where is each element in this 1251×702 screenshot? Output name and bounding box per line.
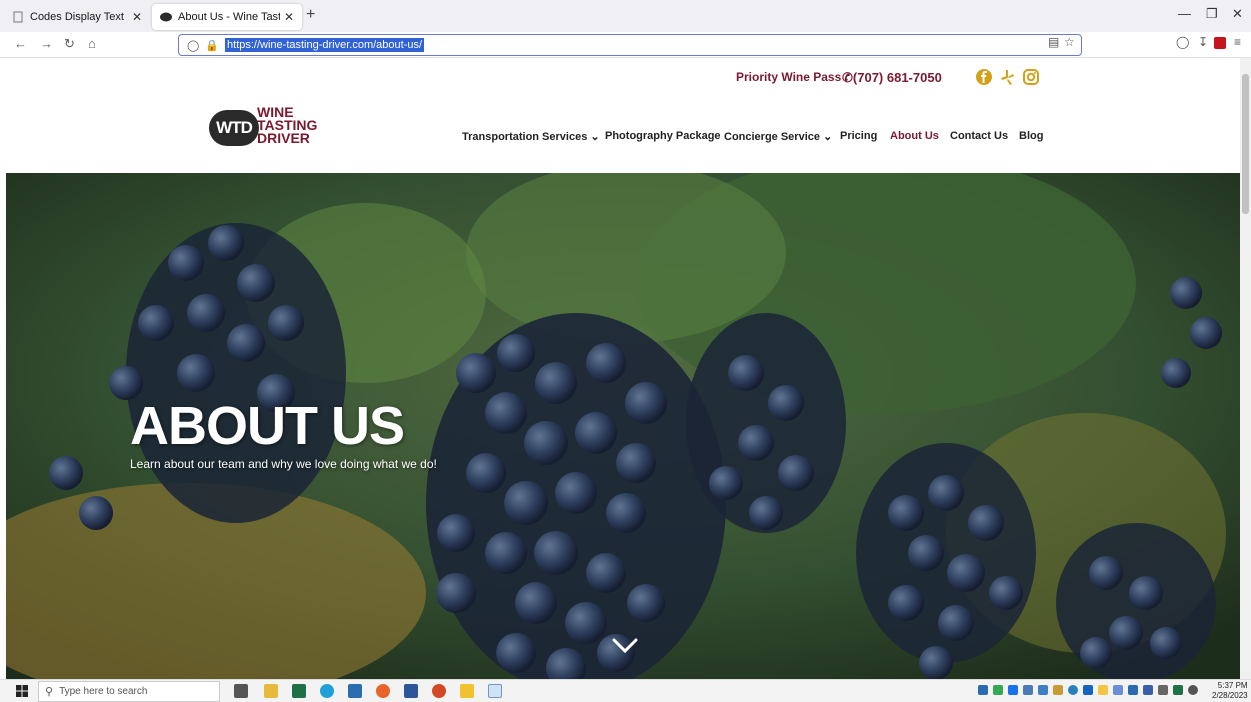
home-icon[interactable]: ⌂ (88, 36, 96, 51)
facebook-icon[interactable] (975, 68, 993, 86)
logo-wordmark: WINE TASTING DRIVER (257, 105, 317, 146)
close-window-icon[interactable]: ✕ (1232, 6, 1243, 22)
restore-icon[interactable]: ❐ (1206, 6, 1218, 22)
network-icon[interactable] (1158, 685, 1168, 695)
windows-start-icon[interactable] (16, 685, 28, 697)
site-header: Priority Wine Pass ✆(707) 681-7050 WTD W… (0, 58, 1240, 173)
site-logo[interactable]: WTD WINE TASTING DRIVER (209, 105, 339, 150)
back-icon[interactable]: ← (14, 36, 27, 51)
instagram-icon[interactable] (1022, 68, 1040, 86)
menu-icon[interactable]: ≡ (1234, 35, 1241, 49)
nav-transportation-services[interactable]: Transportation Services ⌄ (462, 130, 600, 143)
volume-icon[interactable] (1188, 685, 1198, 695)
page-scrollbar[interactable] (1240, 58, 1251, 679)
nav-contact-us[interactable]: Contact Us (950, 130, 1008, 142)
phone-number: (707) 681-7050 (852, 70, 942, 85)
reader-view-icon[interactable]: ▤ (1048, 35, 1059, 49)
tab-title: About Us - Wine Tasting Driver (178, 11, 280, 23)
url-bar[interactable]: ◯ 🔒 https://wine-tasting-driver.com/abou… (178, 34, 1082, 56)
shield-icon[interactable]: ◯ (187, 39, 199, 52)
logo-badge: WTD (209, 110, 259, 146)
word-icon[interactable] (404, 684, 418, 698)
windows-taskbar: ⚲ Type here to search 5:37 PM 2/28/2023 (0, 679, 1251, 702)
excel-icon[interactable] (292, 684, 306, 698)
nav-label: Concierge Service (724, 131, 820, 143)
hero-banner: ABOUT US Learn about our team and why we… (6, 173, 1240, 679)
pin-app-icon[interactable] (460, 684, 474, 698)
app-icon[interactable] (488, 684, 502, 698)
nav-label: Transportation Services (462, 131, 588, 143)
yelp-icon[interactable] (998, 68, 1016, 86)
page-icon (13, 11, 23, 23)
tray-icon[interactable] (1098, 685, 1108, 695)
pocket-icon[interactable]: ◯ (1176, 35, 1189, 49)
tray-icon[interactable] (1083, 685, 1093, 695)
taskbar-clock[interactable]: 5:37 PM 2/28/2023 (1212, 681, 1248, 701)
tray-icon[interactable] (1038, 685, 1048, 695)
lock-icon[interactable]: 🔒 (205, 39, 219, 52)
tray-icon[interactable] (1053, 685, 1063, 695)
url-text[interactable]: https://wine-tasting-driver.com/about-us… (225, 38, 425, 52)
onedrive-icon[interactable] (1068, 685, 1078, 695)
nav-concierge-service[interactable]: Concierge Service ⌄ (724, 130, 832, 143)
outlook-icon[interactable] (348, 684, 362, 698)
nav-about-us[interactable]: About Us (890, 130, 939, 142)
pdf-extension-icon[interactable] (1214, 37, 1226, 49)
task-view-icon[interactable] (234, 684, 248, 698)
hero-subtitle: Learn about our team and why we love doi… (130, 457, 437, 471)
logo-line: DRIVER (257, 130, 310, 146)
nav-blog[interactable]: Blog (1019, 130, 1043, 142)
tray-icon[interactable] (1113, 685, 1123, 695)
tray-icon[interactable] (993, 685, 1003, 695)
tray-icon[interactable] (1173, 685, 1183, 695)
powerpoint-icon[interactable] (432, 684, 446, 698)
tray-icon[interactable] (1128, 685, 1138, 695)
chevron-down-icon: ⌄ (823, 131, 833, 143)
nav-photography-package[interactable]: Photography Package (605, 130, 721, 142)
scrollbar-thumb[interactable] (1242, 74, 1249, 214)
tab-codes-display-text[interactable]: Codes Display Text ✕ (4, 4, 150, 30)
downloads-icon[interactable]: ↧ (1198, 35, 1208, 49)
taskbar-search-input[interactable]: ⚲ Type here to search (38, 681, 220, 702)
browser-toolbar: ← → ↻ ⌂ ◯ 🔒 https://wine-tasting-driver.… (0, 32, 1251, 58)
bookmark-star-icon[interactable]: ☆ (1064, 35, 1075, 49)
file-explorer-icon[interactable] (264, 684, 278, 698)
minimize-icon[interactable]: — (1178, 6, 1191, 21)
tray-icon[interactable] (1143, 685, 1153, 695)
phone-link[interactable]: ✆(707) 681-7050 (842, 70, 942, 86)
tab-about-us[interactable]: About Us - Wine Tasting Driver ✕ (152, 4, 302, 30)
browser-tab-strip: Codes Display Text ✕ About Us - Wine Tas… (0, 0, 1251, 32)
nav-pricing[interactable]: Pricing (840, 130, 877, 142)
wtd-favicon-icon (160, 12, 172, 22)
priority-wine-pass-link[interactable]: Priority Wine Pass (736, 70, 841, 84)
tab-close-icon[interactable]: ✕ (132, 10, 142, 24)
phone-icon: ✆ (842, 70, 853, 85)
tray-icon[interactable] (1008, 685, 1018, 695)
new-tab-button[interactable]: + (306, 6, 315, 24)
firefox-icon[interactable] (376, 684, 390, 698)
tray-icon[interactable] (978, 685, 988, 695)
clock-time: 5:37 PM (1217, 681, 1248, 690)
edge-icon[interactable] (320, 684, 334, 698)
tray-icon[interactable] (1023, 685, 1033, 695)
chevron-down-icon: ⌄ (590, 131, 600, 143)
clock-date: 2/28/2023 (1212, 691, 1248, 700)
hero-title: ABOUT US (130, 396, 405, 456)
search-placeholder: Type here to search (59, 686, 148, 697)
tab-title: Codes Display Text (30, 11, 124, 23)
forward-icon[interactable]: → (40, 36, 53, 51)
tab-close-icon[interactable]: ✕ (284, 10, 294, 24)
search-icon: ⚲ (45, 686, 54, 698)
reload-icon[interactable]: ↻ (64, 36, 75, 52)
scroll-down-chevron-icon[interactable] (612, 637, 638, 655)
